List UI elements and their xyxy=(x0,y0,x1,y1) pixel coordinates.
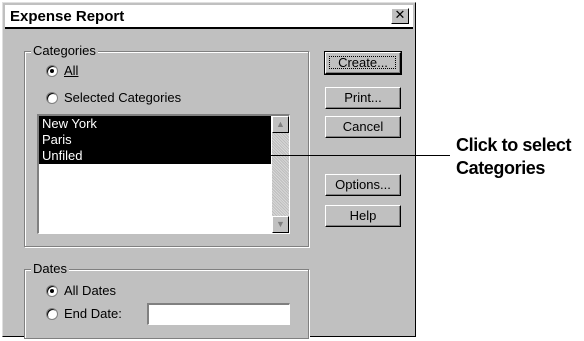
title-bar: Expense Report ✕ xyxy=(5,5,413,29)
scroll-down-icon[interactable]: ▼ xyxy=(272,216,289,233)
list-item[interactable]: Paris xyxy=(39,132,271,148)
close-button[interactable]: ✕ xyxy=(391,8,409,24)
radio-selected-label: Selected Categories xyxy=(64,90,182,105)
close-icon: ✕ xyxy=(394,8,406,23)
radio-checked-icon xyxy=(46,64,58,77)
radio-all-dates[interactable]: All Dates xyxy=(46,283,116,298)
help-button-label: Help xyxy=(349,208,377,223)
help-button[interactable]: Help xyxy=(325,205,401,227)
scroll-up-icon[interactable]: ▲ xyxy=(272,116,289,133)
radio-all-categories[interactable]: All xyxy=(46,63,78,78)
create-button[interactable]: Create... xyxy=(324,51,402,75)
radio-all-dates-label: All Dates xyxy=(64,283,117,298)
callout-text: Click to select Categories xyxy=(456,134,571,180)
radio-all-label: All xyxy=(64,63,79,78)
listbox-scrollbar[interactable]: ▲ ▼ xyxy=(272,116,289,233)
radio-checked-icon xyxy=(46,284,58,297)
print-button-label: Print... xyxy=(344,90,382,105)
dates-legend: Dates xyxy=(31,261,69,277)
dialog-title: Expense Report xyxy=(10,8,125,25)
radio-end-date-label: End Date: xyxy=(64,306,122,321)
categories-legend: Categories xyxy=(31,43,98,59)
callout-line-2: Categories xyxy=(456,158,546,178)
categories-listbox[interactable]: New York Paris Unfiled ▲ ▼ xyxy=(37,114,290,234)
end-date-field[interactable] xyxy=(147,303,290,325)
cancel-button[interactable]: Cancel xyxy=(325,116,401,138)
radio-unchecked-icon xyxy=(46,307,58,320)
radio-unchecked-icon xyxy=(46,91,58,104)
list-item[interactable]: Unfiled xyxy=(39,148,271,164)
cancel-button-label: Cancel xyxy=(342,119,384,134)
create-button-label: Create... xyxy=(338,55,388,70)
categories-list: New York Paris Unfiled xyxy=(39,116,271,164)
options-button[interactable]: Options... xyxy=(325,174,401,196)
print-button[interactable]: Print... xyxy=(325,87,401,109)
list-item[interactable]: New York xyxy=(39,116,271,132)
callout-line-1: Click to select xyxy=(456,135,572,155)
callout-line xyxy=(270,155,450,156)
options-button-label: Options... xyxy=(335,177,391,192)
radio-selected-categories[interactable]: Selected Categories xyxy=(46,90,181,105)
radio-end-date[interactable]: End Date: xyxy=(46,306,122,321)
